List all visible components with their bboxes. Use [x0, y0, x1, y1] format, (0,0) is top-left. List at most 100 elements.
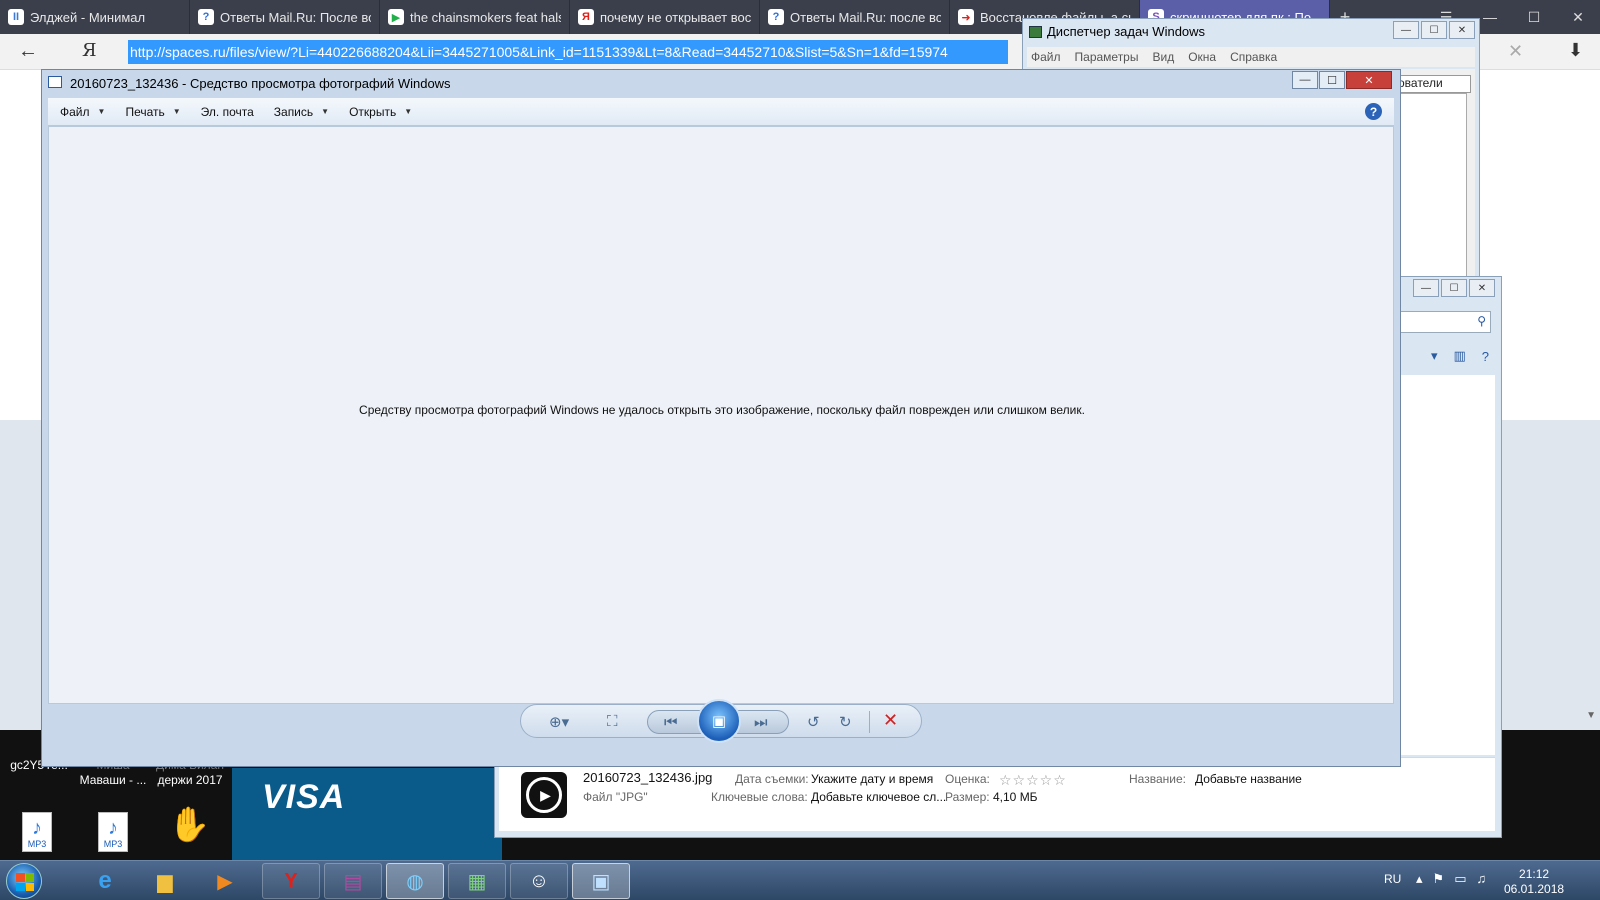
download-icon[interactable]: ⬇ — [1568, 40, 1583, 61]
chevron-down-icon: ▼ — [404, 107, 413, 116]
browser-tab[interactable]: ? Ответы Mail.Ru: После вос — [190, 0, 380, 34]
winrar-icon[interactable]: ▤ — [324, 863, 382, 899]
maximize-button[interactable]: ☐ — [1421, 21, 1447, 39]
yandex-browser-icon[interactable]: Y — [262, 863, 320, 899]
rotate-left-icon[interactable]: ↺ — [807, 713, 820, 731]
game-shortcut-icon[interactable]: ✋ — [168, 805, 212, 853]
volume-icon[interactable]: ♫ — [1476, 871, 1486, 887]
chevron-down-icon: ▼ — [97, 107, 106, 116]
action-center-icon[interactable]: ⚑ — [1433, 871, 1445, 887]
music-note-icon: ♪ — [32, 817, 42, 839]
window-controls: — ☐ ✕ — [1292, 71, 1392, 89]
internet-explorer-icon[interactable]: e — [76, 863, 134, 899]
browser-tab-label: Ответы Mail.Ru: После вос — [220, 9, 371, 25]
menu-file[interactable]: Файл ▼ — [60, 105, 105, 119]
title-value[interactable]: Добавьте название — [1195, 772, 1302, 786]
slideshow-button[interactable]: ▣ — [697, 699, 741, 743]
windows-logo-icon — [16, 873, 34, 891]
pause-icon: II — [8, 9, 24, 25]
actual-size-icon[interactable]: ⛶ — [607, 713, 618, 730]
task-manager-icon — [1029, 26, 1042, 38]
keywords-label: Ключевые слова: — [711, 790, 808, 804]
clock-time: 21:12 — [1519, 867, 1550, 881]
mascot-app-icon[interactable]: ☺ — [510, 863, 568, 899]
browser-tab[interactable]: Япочему не открывает восс — [570, 0, 760, 34]
details-pane: ▶ 20160723_132436.jpg Файл "JPG" Дата съ… — [499, 757, 1495, 831]
clock[interactable]: 21:12 06.01.2018 — [1504, 867, 1564, 897]
yandex-logo[interactable]: Я — [82, 40, 97, 61]
tray-expand-icon[interactable]: ▴ — [1416, 871, 1423, 887]
menu-file[interactable]: Файл — [1031, 50, 1061, 64]
media-player-icon[interactable]: ▶ — [196, 863, 254, 899]
menu-options[interactable]: Параметры — [1075, 50, 1139, 64]
keywords-value[interactable]: Добавьте ключевое сл... — [811, 790, 946, 804]
rotate-right-icon[interactable]: ↻ — [839, 713, 852, 731]
network-icon[interactable]: ▭ — [1454, 871, 1466, 887]
preview-pane-icon[interactable]: ▥ — [1453, 348, 1465, 364]
views-dropdown-icon[interactable]: ▾ — [1431, 348, 1438, 364]
close-button[interactable]: ✕ — [1556, 0, 1600, 34]
clock-date: 06.01.2018 — [1504, 882, 1565, 896]
file-explorer-icon[interactable]: ▆ — [136, 863, 194, 899]
language-indicator[interactable]: RU — [1384, 872, 1401, 886]
image-canvas: Средству просмотра фотографий Windows не… — [48, 126, 1394, 704]
error-message: Средству просмотра фотографий Windows не… — [359, 403, 1085, 417]
date-value[interactable]: Укажите дату и время — [811, 772, 933, 786]
menu-view[interactable]: Вид — [1152, 50, 1174, 64]
previous-icon[interactable]: ⏮ — [664, 714, 678, 731]
chevron-down-icon: ▼ — [172, 107, 181, 116]
taskbar: e ▆ ▶ Y ▤ ◍ ▦ ☺ ▣ RU ▴ ⚑ ▭ ♫ 21:12 06.01… — [0, 860, 1600, 900]
tab-users[interactable]: ователи — [1391, 75, 1471, 93]
rating-stars[interactable]: ☆☆☆☆☆ — [999, 772, 1067, 789]
close-button[interactable]: ✕ — [1449, 21, 1475, 39]
zoom-icon[interactable]: ⊕▾ — [549, 713, 569, 731]
menu-open[interactable]: Открыть ▼ — [349, 105, 412, 119]
playback-controls: ⊕▾ ⛶ ⏮ ⏭ ▣ ↺ ↻ ✕ — [520, 699, 922, 743]
maximize-button[interactable]: ☐ — [1319, 71, 1345, 89]
menu-email[interactable]: Эл. почта — [201, 105, 254, 119]
photo-viewer-taskbar-icon[interactable]: ▣ — [572, 863, 630, 899]
browser-tab[interactable]: II Элджей - Минимал — [0, 0, 190, 34]
photo-viewer-icon — [48, 76, 62, 88]
help-icon[interactable]: ? — [1482, 349, 1489, 364]
system-tray: ▴ ⚑ ▭ ♫ — [1416, 871, 1486, 887]
menu-burn[interactable]: Запись ▼ — [274, 105, 329, 119]
minimize-button[interactable]: — — [1292, 71, 1318, 89]
minimize-button[interactable]: — — [1413, 279, 1439, 297]
arrow-right-icon: ➜ — [958, 9, 974, 25]
search-icon[interactable]: ⚲ — [1477, 314, 1486, 328]
yandex-icon: Я — [578, 9, 594, 25]
minimize-button[interactable]: — — [1393, 21, 1419, 39]
date-label: Дата съемки: — [735, 772, 809, 786]
menu-windows[interactable]: Окна — [1188, 50, 1216, 64]
scroll-down-arrow-icon[interactable]: ▼ — [1586, 710, 1596, 721]
help-icon[interactable]: ? — [1365, 103, 1382, 120]
browser-tab-label: Ответы Mail.Ru: после вос — [790, 9, 941, 25]
menu-help[interactable]: Справка — [1230, 50, 1277, 64]
globe-app-icon[interactable]: ◍ — [386, 863, 444, 899]
window-controls: — ☐ ✕ — [1413, 279, 1495, 297]
menu-print[interactable]: Печать ▼ — [125, 105, 180, 119]
clear-address-icon[interactable]: ✕ — [1508, 41, 1523, 62]
close-button[interactable]: ✕ — [1346, 71, 1392, 89]
delete-icon[interactable]: ✕ — [883, 710, 898, 731]
title-label: Название: — [1129, 772, 1186, 786]
maximize-button[interactable]: ☐ — [1512, 0, 1556, 34]
browser-tab[interactable]: ▶ the chainsmokers feat halse — [380, 0, 570, 34]
window-title: 20160723_132436 - Средство просмотра фот… — [70, 76, 451, 91]
browser-tab-label: почему не открывает восс — [600, 9, 751, 25]
next-icon[interactable]: ⏭ — [754, 714, 768, 731]
close-button[interactable]: ✕ — [1469, 279, 1495, 297]
maximize-button[interactable]: ☐ — [1441, 279, 1467, 297]
start-button[interactable] — [6, 863, 42, 899]
address-bar[interactable]: http://spaces.ru/files/view/?Li=44022668… — [128, 40, 1008, 64]
visa-logo: VISA — [262, 778, 346, 816]
file-type: Файл "JPG" — [583, 790, 648, 804]
size-value: 4,10 МБ — [993, 790, 1038, 804]
task-manager-taskbar-icon[interactable]: ▦ — [448, 863, 506, 899]
browser-tab[interactable]: ? Ответы Mail.Ru: после вос — [760, 0, 950, 34]
mp3-file-icon[interactable]: ♪ MP3 — [98, 812, 128, 852]
back-arrow-icon[interactable]: ← — [18, 40, 38, 63]
mp3-file-icon[interactable]: ♪ MP3 — [22, 812, 52, 852]
window-title: Диспетчер задач Windows — [1047, 24, 1206, 39]
